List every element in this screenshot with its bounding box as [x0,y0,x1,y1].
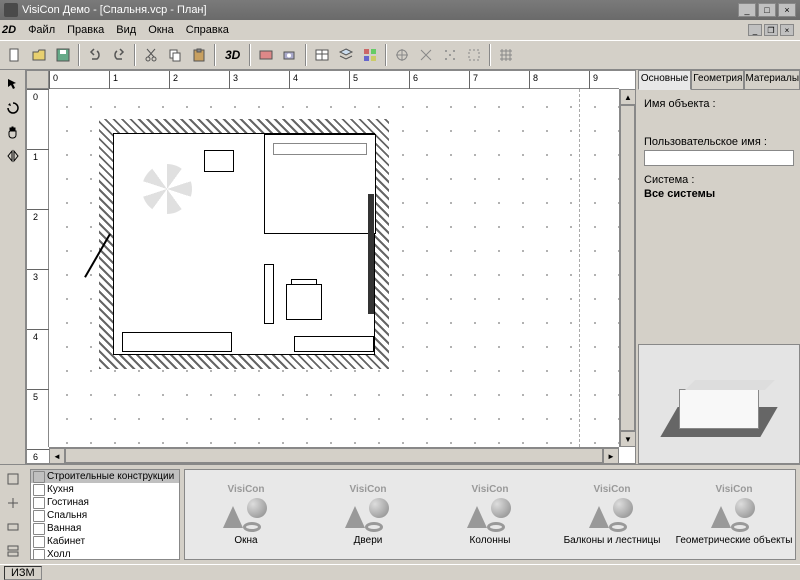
menu-help[interactable]: Справка [180,22,235,38]
lib-doors[interactable]: VisiConДвери [307,470,429,559]
lib-windows[interactable]: VisiConОкна [185,470,307,559]
wardrobe-1[interactable] [122,332,232,352]
snap3-button[interactable] [439,44,461,66]
lib-tool-1[interactable] [3,469,23,489]
horizontal-ruler: 0 1 2 3 4 5 6 7 8 9 [49,71,619,89]
mdi-minimize[interactable]: _ [748,24,762,36]
menu-view[interactable]: Вид [110,22,142,38]
system-label: Система : [644,174,794,186]
lib-geometric[interactable]: VisiConГеометрические объекты [673,470,795,559]
rotate-tool[interactable] [3,98,23,118]
scroll-right[interactable]: ► [603,448,619,464]
lib-tool-4[interactable] [3,541,23,561]
redo-button[interactable] [108,44,130,66]
cat-kitchen[interactable]: Кухня [31,483,179,496]
tab-materials[interactable]: Материалы [744,70,800,90]
lib-tool-3[interactable] [3,517,23,537]
lib-balconies[interactable]: VisiConБалконы и лестницы [551,470,673,559]
cat-bedroom[interactable]: Спальня [31,509,179,522]
system-value: Все системы [644,188,794,200]
new-button[interactable] [4,44,26,66]
furniture-item[interactable] [204,150,234,172]
status-bar: ИЗМ [0,564,800,580]
ruler-corner [27,71,49,89]
window-title: VisiCon Демо - [Спальня.vcp - План] [22,4,738,16]
cat-office[interactable]: Кабинет [31,535,179,548]
page-boundary [579,89,580,447]
copy-button[interactable] [164,44,186,66]
status-izm: ИЗМ [4,566,42,580]
view-3d-button[interactable]: 3D [220,44,245,66]
object-name-label: Имя объекта : [644,98,794,110]
wardrobe-2[interactable] [294,336,374,352]
snap2-button[interactable] [415,44,437,66]
cat-construction[interactable]: Строительные конструкции [31,470,179,483]
grid-button[interactable] [495,44,517,66]
lib-tool-2[interactable] [3,493,23,513]
mdi-restore[interactable]: ❐ [764,24,778,36]
properties-panel: Основные Геометрия Материалы Имя объекта… [638,70,800,464]
cat-hall[interactable]: Холл [31,548,179,560]
cat-living[interactable]: Гостиная [31,496,179,509]
lib-columns[interactable]: VisiConКолонны [429,470,551,559]
bed[interactable] [264,134,376,234]
category-list[interactable]: Строительные конструкции Кухня Гостиная … [30,469,180,560]
mdi-close[interactable]: × [780,24,794,36]
menu-windows[interactable]: Окна [142,22,180,38]
scroll-down[interactable]: ▼ [620,431,636,447]
view-mode-2d[interactable]: 2D [2,24,16,36]
app-icon [4,3,18,17]
preview-3d[interactable] [638,344,800,464]
v-scrollbar[interactable]: ▲ ▼ [619,89,635,447]
menu-edit[interactable]: Правка [61,22,110,38]
scroll-left[interactable]: ◄ [49,448,65,464]
shelf[interactable] [264,264,274,324]
save-button[interactable] [52,44,74,66]
open-button[interactable] [28,44,50,66]
cat-bath[interactable]: Ванная [31,522,179,535]
close-button[interactable]: × [778,3,796,17]
plan-canvas[interactable]: 0 1 2 3 4 5 6 7 8 9 0 1 2 3 4 5 6 [26,70,636,464]
main-toolbar: 3D [0,40,800,70]
cut-button[interactable] [140,44,162,66]
render-button[interactable] [255,44,277,66]
user-name-input[interactable] [644,150,794,166]
pan-tool[interactable] [3,122,23,142]
mirror-tool[interactable] [3,146,23,166]
left-toolbox [0,70,26,464]
chair[interactable] [286,284,322,320]
vertical-ruler: 0 1 2 3 4 5 6 [27,89,49,447]
undo-button[interactable] [84,44,106,66]
tab-geometry[interactable]: Геометрия [691,70,744,90]
layers-button[interactable] [335,44,357,66]
menu-file[interactable]: Файл [22,22,61,38]
ceiling-light[interactable] [142,164,192,214]
library-panel: Строительные конструкции Кухня Гостиная … [0,464,800,564]
table-button[interactable] [311,44,333,66]
window[interactable] [368,194,374,314]
snap4-button[interactable] [463,44,485,66]
maximize-button[interactable]: □ [758,3,776,17]
tab-main[interactable]: Основные [638,70,691,90]
minimize-button[interactable]: _ [738,3,756,17]
user-name-label: Пользовательское имя : [644,136,794,148]
scroll-up[interactable]: ▲ [620,89,636,105]
h-scrollbar[interactable]: ◄ ► [49,447,619,463]
room-plan[interactable] [99,119,389,369]
paste-button[interactable] [188,44,210,66]
snap1-button[interactable] [391,44,413,66]
camera-button[interactable] [279,44,301,66]
palette-button[interactable] [359,44,381,66]
pointer-tool[interactable] [3,74,23,94]
